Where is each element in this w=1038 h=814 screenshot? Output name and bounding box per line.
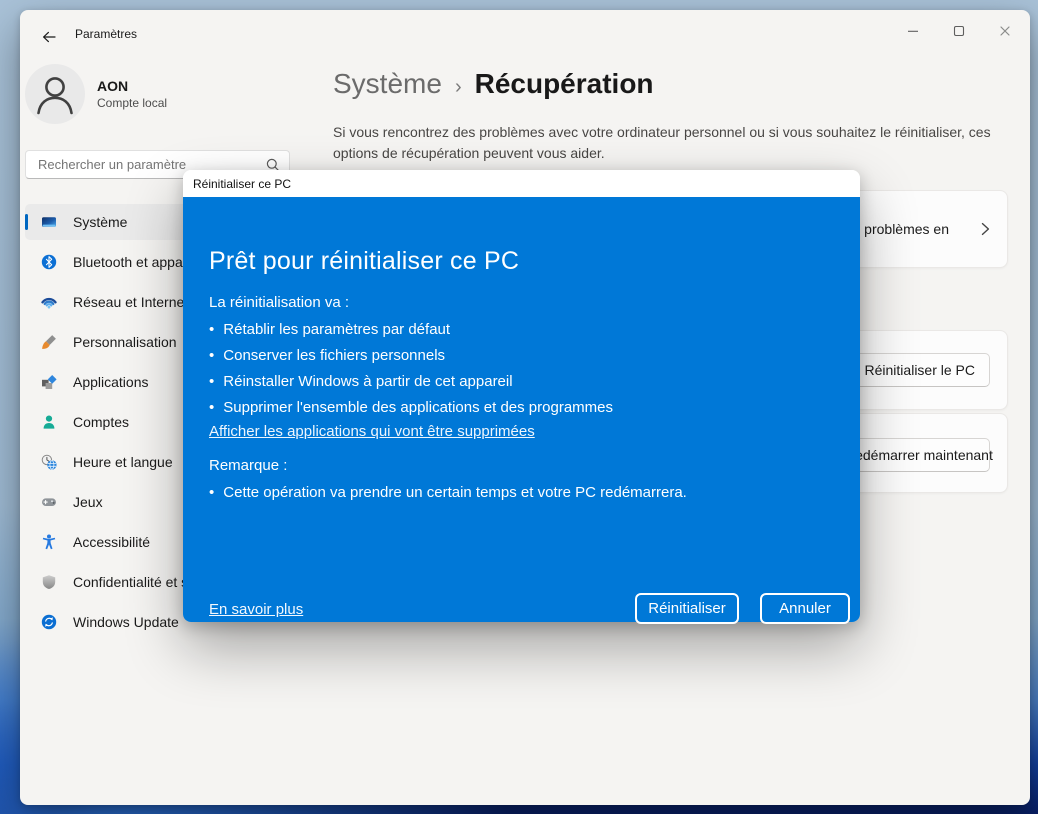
sidebar-item-label: Heure et langue bbox=[73, 454, 173, 470]
selection-indicator bbox=[25, 214, 28, 230]
dialog-bullet: Supprimer l'ensemble des applications et… bbox=[209, 395, 613, 421]
dialog-bullet: Réinstaller Windows à partir de cet appa… bbox=[209, 369, 613, 395]
personalization-icon bbox=[41, 334, 57, 350]
back-button[interactable] bbox=[34, 22, 64, 52]
sidebar-item-label: Personnalisation bbox=[73, 334, 177, 350]
dialog-titlebar: Réinitialiser ce PC bbox=[183, 170, 860, 197]
dialog-title: Réinitialiser ce PC bbox=[193, 176, 292, 191]
learn-more-link[interactable]: En savoir plus bbox=[209, 601, 303, 618]
time-language-icon bbox=[41, 454, 57, 470]
maximize-button[interactable] bbox=[936, 14, 982, 48]
close-icon bbox=[1000, 26, 1010, 36]
sidebar-item-label: Système bbox=[73, 214, 128, 230]
accessibility-icon bbox=[41, 534, 57, 550]
dialog-cancel-button[interactable]: Annuler bbox=[760, 593, 850, 624]
show-apps-link[interactable]: Afficher les applications qui vont être … bbox=[209, 423, 535, 440]
account-header[interactable]: AON Compte local bbox=[25, 62, 290, 126]
bluetooth-icon bbox=[41, 254, 57, 270]
page-description: Si vous rencontrez des problèmes avec vo… bbox=[333, 124, 991, 161]
back-arrow-icon bbox=[41, 29, 57, 45]
apps-icon bbox=[41, 374, 57, 390]
dialog-reset-button[interactable]: Réinitialiser bbox=[635, 593, 739, 624]
minimize-button[interactable] bbox=[890, 14, 936, 48]
account-type: Compte local bbox=[97, 96, 168, 110]
chevron-right-icon bbox=[977, 221, 993, 237]
page-title: Récupération bbox=[474, 68, 654, 99]
games-icon bbox=[41, 494, 57, 510]
account-name: AON bbox=[97, 78, 129, 94]
maximize-icon bbox=[953, 25, 965, 37]
dialog-heading: Prêt pour réinitialiser ce PC bbox=[209, 247, 520, 275]
avatar bbox=[25, 64, 85, 124]
reset-pc-button[interactable]: Réinitialiser le PC bbox=[849, 353, 990, 387]
sidebar-item-label: Réseau et Internet bbox=[73, 294, 189, 310]
sidebar-item-label: Windows Update bbox=[73, 614, 179, 630]
sidebar-item-label: Applications bbox=[73, 374, 149, 390]
windows-update-icon bbox=[41, 614, 57, 630]
breadcrumb-parent[interactable]: Système bbox=[333, 68, 442, 100]
remark-bullet: Cette opération va prendre un certain te… bbox=[209, 480, 687, 506]
close-button[interactable] bbox=[982, 14, 1028, 48]
breadcrumb-chevron: › bbox=[454, 76, 462, 98]
dialog-bullet-list: Rétablir les paramètres par défaut Conse… bbox=[209, 317, 613, 421]
app-title: Paramètres bbox=[75, 27, 138, 41]
reset-pc-dialog: Réinitialiser ce PC Prêt pour réinitiali… bbox=[183, 170, 860, 624]
sidebar-item-label: Comptes bbox=[73, 414, 130, 430]
sidebar-item-label: Jeux bbox=[73, 494, 103, 510]
dialog-intro: La réinitialisation va : bbox=[209, 294, 350, 311]
breadcrumb: Système › Récupération bbox=[333, 68, 654, 100]
system-icon bbox=[41, 214, 57, 230]
sidebar-item-label: Accessibilité bbox=[73, 534, 151, 550]
troubleshoot-card-text: problèmes en bbox=[864, 221, 949, 237]
minimize-icon bbox=[908, 30, 918, 32]
remark-label: Remarque : bbox=[209, 457, 288, 474]
dialog-bullet: Rétablir les paramètres par défaut bbox=[209, 317, 613, 343]
dialog-bullet: Conserver les fichiers personnels bbox=[209, 343, 613, 369]
dialog-body: Prêt pour réinitialiser ce PC La réiniti… bbox=[183, 197, 860, 624]
network-icon bbox=[41, 294, 57, 310]
accounts-icon bbox=[41, 414, 57, 430]
privacy-icon bbox=[41, 574, 57, 590]
